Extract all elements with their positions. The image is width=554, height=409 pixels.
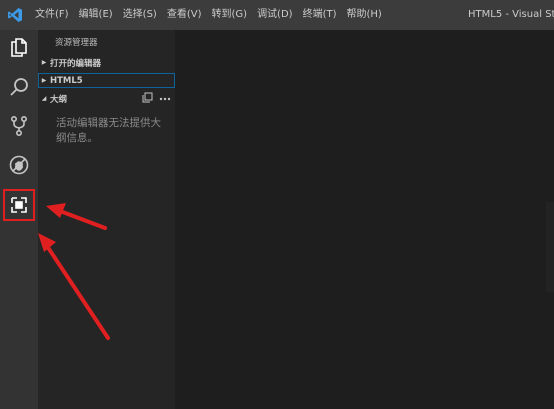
menu-item-selection[interactable]: 选择(S) — [118, 0, 162, 30]
menu-item-help[interactable]: 帮助(H) — [342, 0, 387, 30]
extensions-icon[interactable] — [3, 189, 35, 221]
outline-empty-message: 活动编辑器无法提供大纲信息。 — [56, 117, 161, 144]
debug-icon[interactable] — [4, 150, 34, 180]
chevron-right-icon: ▶ — [41, 59, 47, 66]
title-bar: 文件(F) 编辑(E) 选择(S) 查看(V) 转到(G) 调试(D) 终端(T… — [0, 0, 554, 30]
section-label: 大纲 — [50, 94, 68, 105]
vscode-logo-icon — [0, 0, 30, 30]
chevron-right-icon: ▶ — [41, 77, 47, 84]
sidebar-title: 资源管理器 — [55, 38, 98, 48]
section-outline[interactable]: ◢ 大纲 — [38, 91, 175, 106]
section-html5-folder[interactable]: ▶ HTML5 — [38, 73, 175, 88]
section-label: 打开的编辑器 — [50, 58, 102, 69]
menu-bar: 文件(F) 编辑(E) 选择(S) 查看(V) 转到(G) 调试(D) 终端(T… — [30, 0, 387, 30]
menu-item-edit[interactable]: 编辑(E) — [74, 0, 118, 30]
search-icon[interactable] — [4, 72, 34, 102]
chevron-down-icon: ◢ — [41, 95, 47, 102]
explorer-sidebar: 资源管理器 ▶ 打开的编辑器 ▶ HTML5 ◢ 大纲 活动编辑器无法提供大纲信… — [38, 30, 175, 409]
activity-bar — [0, 30, 38, 409]
menu-item-terminal[interactable]: 终端(T) — [298, 0, 342, 30]
menu-item-go[interactable]: 转到(G) — [207, 0, 253, 30]
editor-scrollbar[interactable] — [546, 202, 554, 292]
menu-item-debug[interactable]: 调试(D) — [252, 0, 298, 30]
editor-area[interactable] — [175, 30, 554, 409]
explorer-icon[interactable] — [4, 32, 34, 62]
section-open-editors[interactable]: ▶ 打开的编辑器 — [38, 55, 175, 70]
more-actions-icon[interactable] — [159, 94, 171, 104]
collapse-all-icon[interactable] — [142, 92, 153, 106]
window-title: HTML5 - Visual Studio Code — [468, 9, 554, 20]
menu-item-file[interactable]: 文件(F) — [30, 0, 74, 30]
source-control-icon[interactable] — [4, 111, 34, 141]
outline-actions — [142, 91, 171, 106]
menu-item-view[interactable]: 查看(V) — [162, 0, 207, 30]
section-label: HTML5 — [50, 75, 83, 86]
